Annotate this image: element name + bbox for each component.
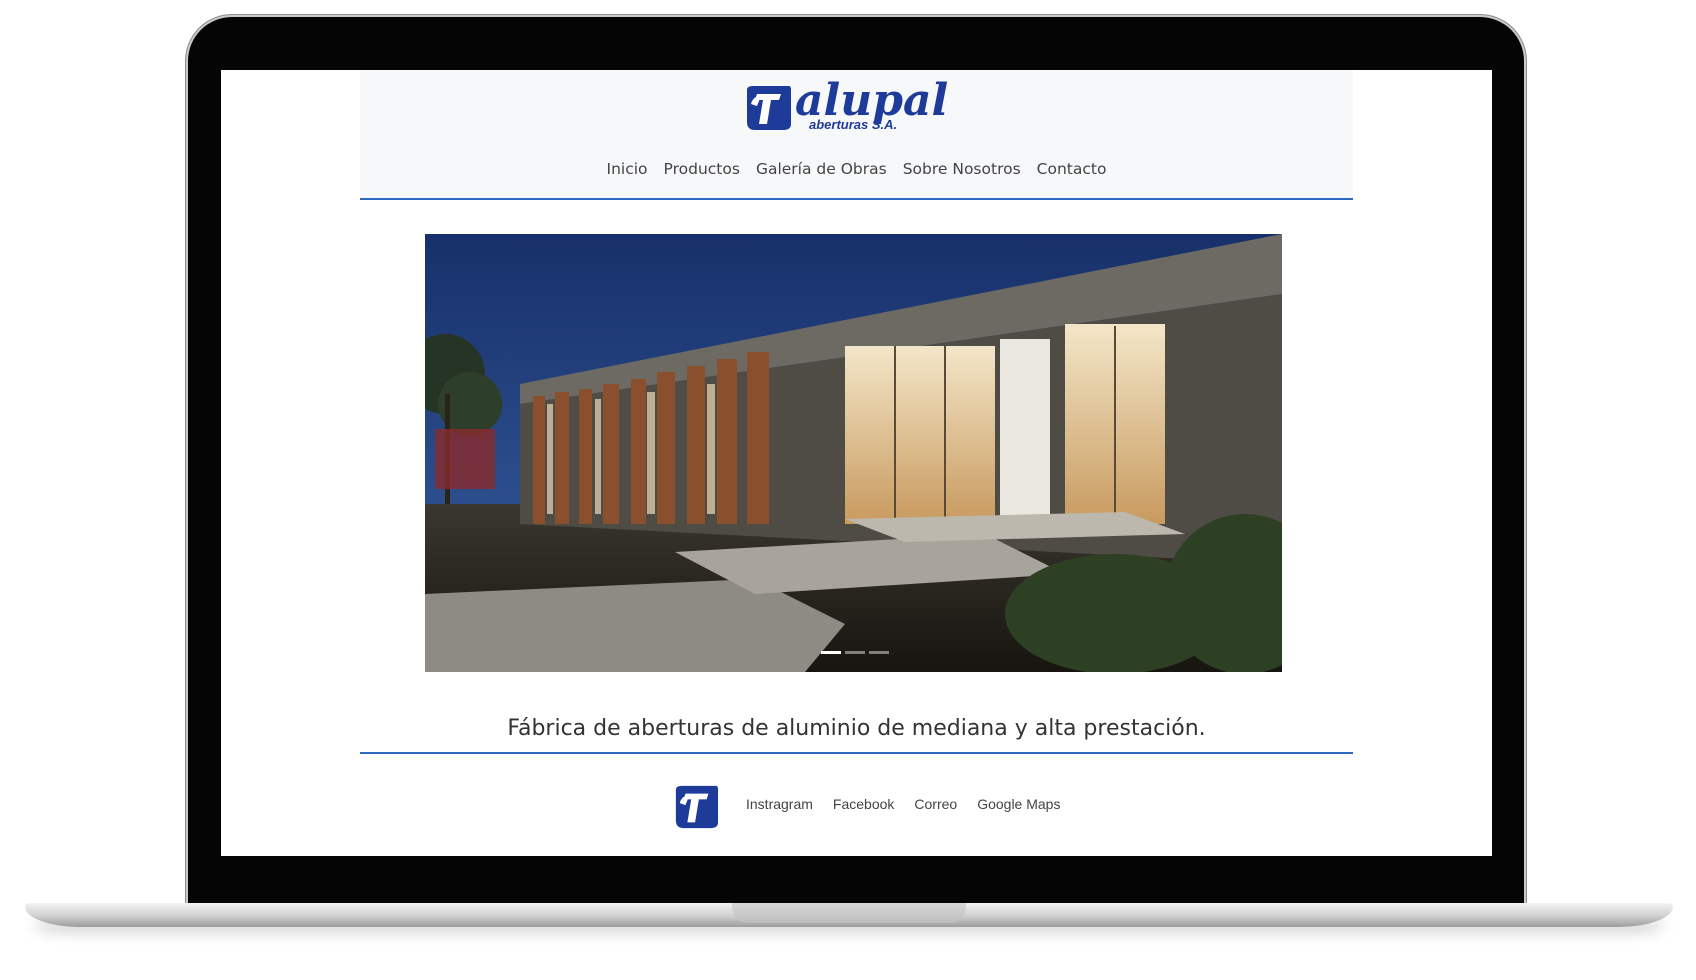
brand-logo[interactable]: alupal aberturas S.A.: [743, 75, 965, 134]
site-footer: Instragram Facebook Correo Google Maps: [360, 784, 1353, 834]
alupal-mark-icon: [747, 86, 791, 130]
carousel-indicator-2[interactable]: [845, 651, 865, 654]
footer-link-facebook[interactable]: Facebook: [833, 796, 894, 812]
brand-subtitle: aberturas S.A.: [809, 117, 898, 132]
carousel-indicator-1[interactable]: [821, 651, 841, 654]
hero-image: [425, 234, 1282, 672]
hero-carousel[interactable]: [425, 234, 1282, 672]
main-nav: Inicio Productos Galería de Obras Sobre …: [360, 160, 1353, 178]
nav-item-contacto[interactable]: Contacto: [1037, 160, 1107, 178]
alupal-mark-icon[interactable]: [671, 784, 721, 830]
footer-link-google-maps[interactable]: Google Maps: [977, 796, 1060, 812]
tagline: Fábrica de aberturas de aluminio de medi…: [507, 716, 1206, 741]
nav-item-galeria[interactable]: Galería de Obras: [756, 160, 887, 178]
site-header: alupal aberturas S.A. Inicio Productos G…: [360, 70, 1353, 200]
nav-item-productos[interactable]: Productos: [664, 160, 740, 178]
carousel-indicator-3[interactable]: [869, 651, 889, 654]
laptop-opening-notch: [732, 903, 966, 923]
nav-item-sobre-nosotros[interactable]: Sobre Nosotros: [903, 160, 1021, 178]
footer-link-instagram[interactable]: Instragram: [746, 796, 813, 812]
footer-link-correo[interactable]: Correo: [914, 796, 957, 812]
carousel-indicators: [821, 651, 889, 654]
browser-viewport: alupal aberturas S.A. Inicio Productos G…: [221, 70, 1492, 856]
nav-item-inicio[interactable]: Inicio: [607, 160, 648, 178]
footer-divider: [360, 752, 1353, 754]
camera-notch: [780, 56, 940, 70]
footer-links: Instragram Facebook Correo Google Maps: [746, 796, 1060, 812]
